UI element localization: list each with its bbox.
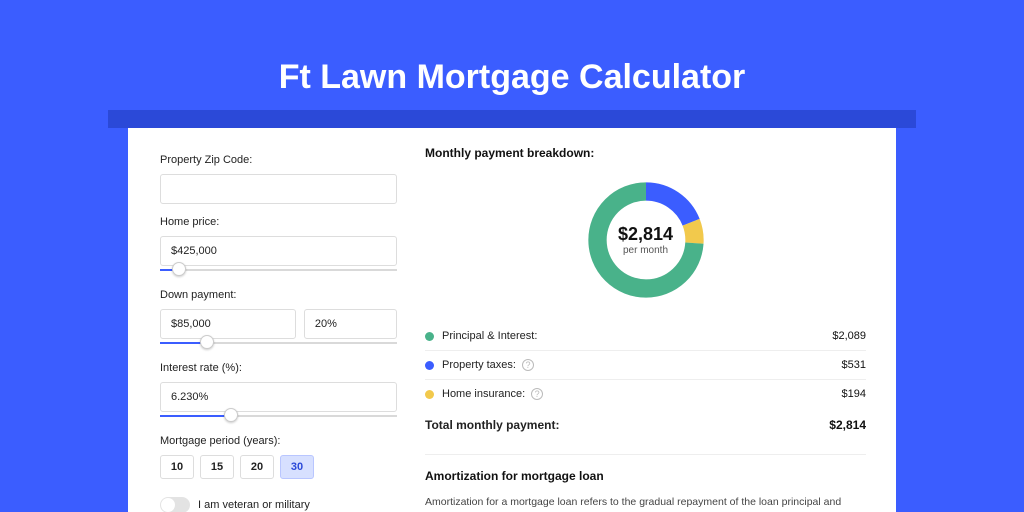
- breakdown-value: $2,089: [832, 330, 866, 342]
- info-icon[interactable]: ?: [531, 388, 543, 400]
- period-label: Mortgage period (years):: [160, 435, 397, 447]
- down-payment-label: Down payment:: [160, 289, 397, 301]
- calculator-card: Property Zip Code: Home price: Down paym…: [128, 128, 896, 512]
- breakdown-value: $194: [842, 388, 866, 400]
- amort-text: Amortization for a mortgage loan refers …: [425, 495, 866, 512]
- toggle-knob: [161, 498, 175, 512]
- interest-input[interactable]: [160, 382, 397, 412]
- card-shadow: [108, 110, 916, 128]
- breakdown-line: Principal & Interest: $2,089: [425, 322, 866, 351]
- veteran-toggle[interactable]: [160, 497, 190, 512]
- interest-label: Interest rate (%):: [160, 362, 397, 374]
- veteran-label: I am veteran or military: [198, 499, 310, 511]
- donut-value: $2,814: [618, 224, 673, 245]
- info-icon[interactable]: ?: [522, 359, 534, 371]
- zip-input[interactable]: [160, 174, 397, 204]
- donut-wrap: $2,814 per month: [425, 170, 866, 322]
- zip-label: Property Zip Code:: [160, 154, 397, 166]
- legend-dot: [425, 390, 434, 399]
- total-value: $2,814: [829, 418, 866, 432]
- breakdown-line: Property taxes:? $531: [425, 351, 866, 380]
- amort-title: Amortization for mortgage loan: [425, 454, 866, 483]
- home-price-label: Home price:: [160, 216, 397, 228]
- breakdown-value: $531: [842, 359, 866, 371]
- breakdown-label: Principal & Interest:: [442, 330, 537, 342]
- slider-thumb[interactable]: [200, 335, 214, 349]
- breakdown-line: Home insurance:? $194: [425, 380, 866, 408]
- veteran-row: I am veteran or military: [160, 497, 397, 512]
- down-payment-slider[interactable]: [160, 338, 397, 350]
- page: Ft Lawn Mortgage Calculator Property Zip…: [0, 0, 1024, 512]
- down-payment-row: [160, 309, 397, 339]
- page-title: Ft Lawn Mortgage Calculator: [0, 0, 1024, 115]
- home-price-slider[interactable]: [160, 265, 397, 277]
- breakdown-panel: Monthly payment breakdown: $2,814 per mo…: [413, 128, 896, 512]
- period-button-15[interactable]: 15: [200, 455, 234, 479]
- total-label: Total monthly payment:: [425, 418, 559, 432]
- breakdown-lines: Principal & Interest: $2,089 Property taxe…: [425, 322, 866, 408]
- donut-center: $2,814 per month: [618, 224, 673, 256]
- breakdown-title: Monthly payment breakdown:: [425, 146, 866, 160]
- down-payment-input[interactable]: [160, 309, 296, 339]
- legend-dot: [425, 361, 434, 370]
- period-button-20[interactable]: 20: [240, 455, 274, 479]
- card-wrap: Property Zip Code: Home price: Down paym…: [108, 110, 916, 512]
- breakdown-label: Property taxes:: [442, 359, 516, 371]
- interest-slider[interactable]: [160, 411, 397, 423]
- form-panel: Property Zip Code: Home price: Down paym…: [128, 128, 413, 512]
- period-button-10[interactable]: 10: [160, 455, 194, 479]
- legend-dot: [425, 332, 434, 341]
- donut-sub: per month: [618, 245, 673, 256]
- slider-thumb[interactable]: [172, 262, 186, 276]
- donut-chart: $2,814 per month: [582, 176, 710, 304]
- slider-thumb[interactable]: [224, 408, 238, 422]
- down-payment-pct-input[interactable]: [304, 309, 397, 339]
- period-button-30[interactable]: 30: [280, 455, 314, 479]
- breakdown-label: Home insurance:: [442, 388, 525, 400]
- home-price-input[interactable]: [160, 236, 397, 266]
- period-row: 10152030: [160, 455, 397, 479]
- total-line: Total monthly payment: $2,814: [425, 408, 866, 446]
